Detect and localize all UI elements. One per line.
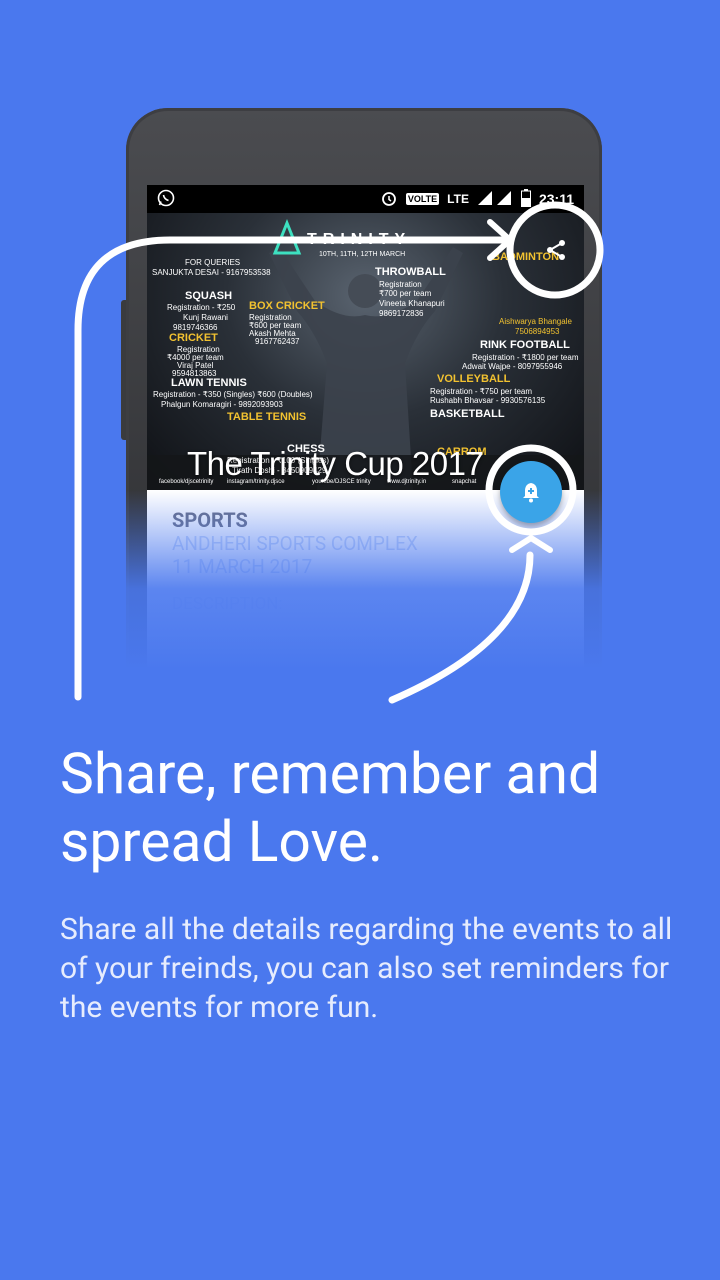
poster-item-line: 9869172836 (379, 309, 424, 318)
onboarding-body: Share all the details regarding the even… (60, 912, 673, 1025)
status-bar: VOLTE LTE 23:11 (147, 185, 584, 213)
reminder-fab[interactable] (500, 461, 562, 523)
poster-item-line: Adwait Wajpe - 8097955946 (462, 362, 563, 371)
poster-item: BOX CRICKET (249, 300, 325, 312)
whatsapp-icon (157, 189, 175, 210)
poster-item-line: Phalgun Komaragiri - 9892093903 (161, 400, 283, 409)
event-venue: ANDHERI SPORTS COMPLEX (172, 532, 418, 555)
poster-item-line: Vineeta Khanapuri (379, 299, 445, 308)
poster-item: CRICKET (169, 332, 218, 344)
poster-item-line: Registration - ₹350 (Singles) ₹600 (Doub… (153, 390, 313, 399)
poster-item-line: Kunj Rawani (183, 313, 228, 322)
bell-plus-icon (523, 483, 539, 503)
poster-item-line: Rushabh Bhavsar - 9930576135 (430, 396, 546, 405)
event-date: 11 MARCH 2017 (172, 555, 313, 578)
alarm-icon (380, 189, 398, 210)
poster-brand: TRINITY (307, 231, 412, 248)
poster-contact: SANJUKTA DESAI - 9167953538 (152, 268, 271, 277)
event-category: SPORTS (172, 508, 248, 532)
poster-item-line: Registration - ₹250 (167, 303, 236, 312)
poster-queries: FOR QUERIES (185, 258, 241, 267)
poster-item-line: 9167762437 (255, 337, 300, 346)
poster-dates: 10TH, 11TH, 12TH MARCH (319, 251, 406, 258)
poster-item: SQUASH (185, 290, 233, 302)
event-description-label: DESCRIPTION: (172, 594, 283, 614)
share-button[interactable] (538, 232, 574, 268)
volte-badge: VOLTE (405, 193, 440, 205)
network-type: LTE (447, 192, 469, 206)
event-title: The Trinity Cup 2017 (187, 445, 484, 482)
poster-item: THROWBALL (375, 266, 446, 278)
poster-item-line: 7506894953 (515, 327, 560, 336)
signal-icon (477, 190, 513, 209)
poster-item: BASKETBALL (430, 408, 505, 420)
poster-item-line: ₹700 per team (379, 289, 432, 298)
poster-item: VOLLEYBALL (437, 373, 511, 385)
share-icon (547, 240, 565, 260)
poster-item-line: Aishwarya Bhangale (499, 317, 572, 326)
onboarding-headline: Share, remember and spread Love. (60, 740, 601, 875)
event-poster: TRINITY 10TH, 11TH, 12TH MARCH FOR QUERI… (147, 213, 584, 490)
battery-icon (520, 188, 531, 210)
clock: 23:11 (538, 191, 574, 207)
poster-item: TABLE TENNIS (227, 411, 307, 423)
poster-item: LAWN TENNIS (171, 377, 247, 389)
poster-item: RINK FOOTBALL (480, 339, 570, 351)
phone-screen: VOLTE LTE 23:11 TRINITY 10TH, 11TH, 12TH… (147, 185, 584, 668)
